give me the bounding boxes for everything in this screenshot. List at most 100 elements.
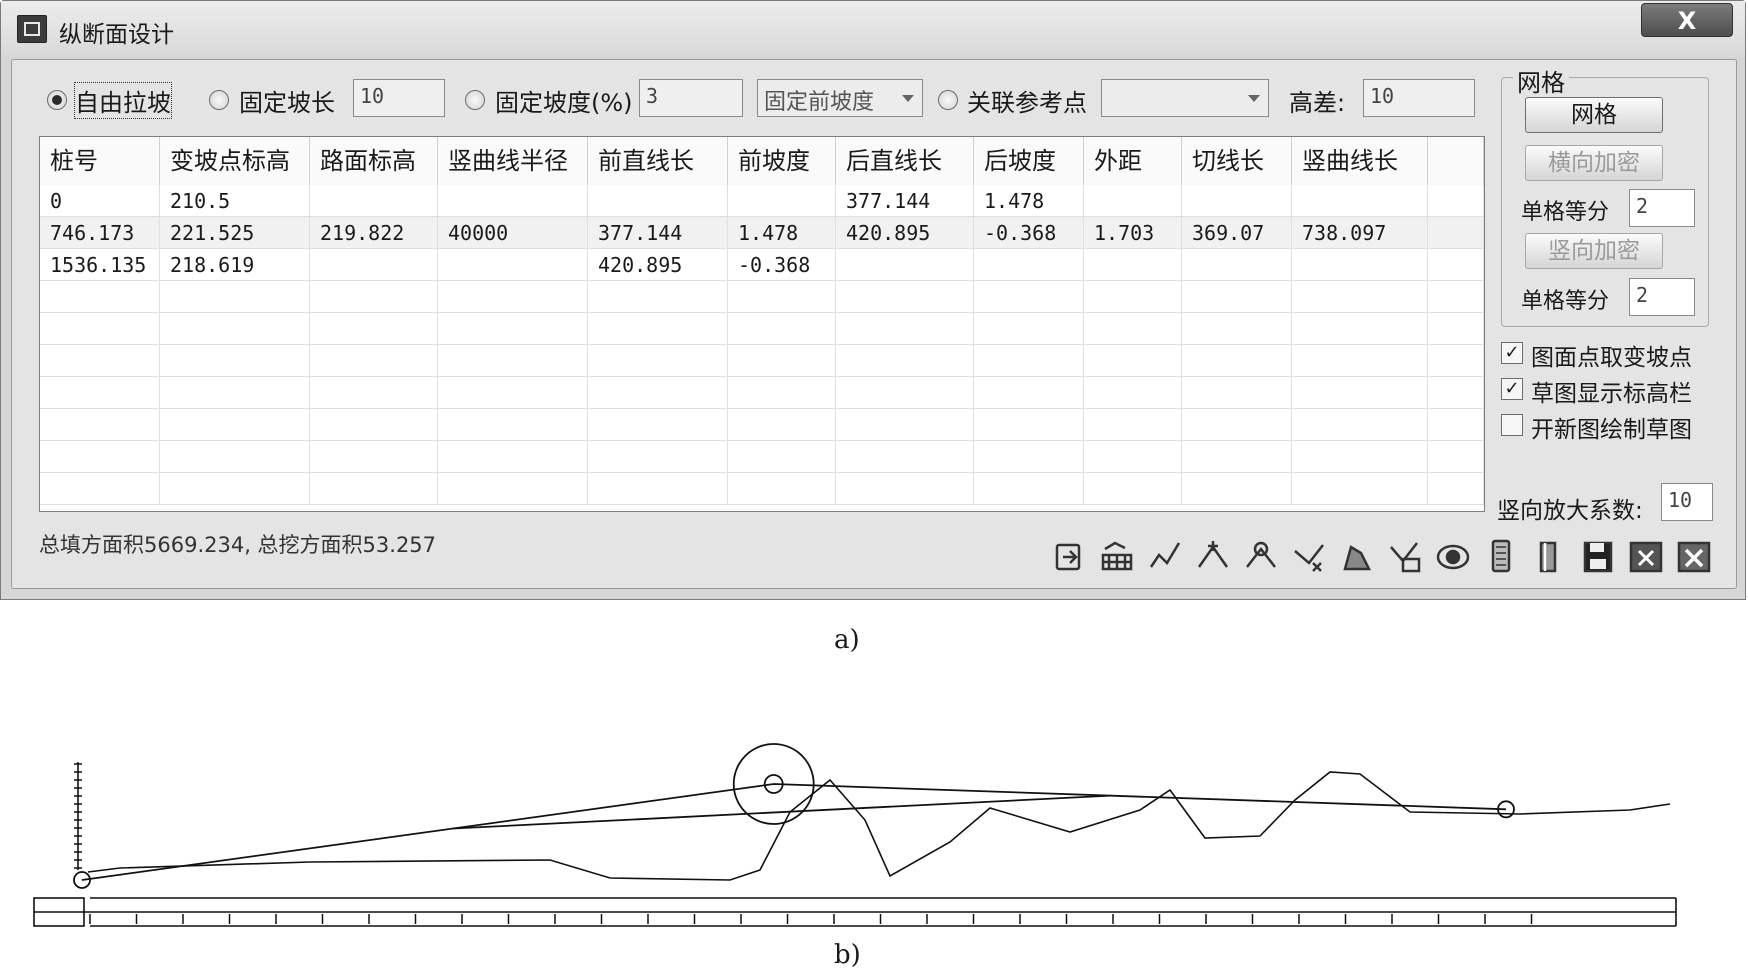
table-row[interactable] <box>40 313 1484 345</box>
table-cell[interactable] <box>1292 281 1428 313</box>
table-cell[interactable] <box>438 377 588 409</box>
table-cell[interactable]: 0 <box>40 185 160 217</box>
column-header[interactable]: 后直线长 <box>836 137 974 185</box>
table-row[interactable] <box>40 441 1484 473</box>
table-cell[interactable] <box>310 345 438 377</box>
insert-point-icon[interactable] <box>1197 541 1229 568</box>
table-cell[interactable] <box>310 473 438 505</box>
table-cell[interactable] <box>836 249 974 281</box>
table-cell[interactable] <box>728 345 836 377</box>
table-cell[interactable] <box>836 377 974 409</box>
table-cell[interactable] <box>310 377 438 409</box>
table-cell[interactable]: 420.895 <box>836 217 974 249</box>
slope-line-icon[interactable] <box>1149 542 1181 568</box>
table-cell[interactable] <box>1428 217 1484 249</box>
ref-point-label[interactable]: 关联参考点 <box>967 83 1087 118</box>
table-cell[interactable] <box>836 473 974 505</box>
table-cell[interactable] <box>438 249 588 281</box>
table-cell[interactable] <box>438 185 588 217</box>
table-cell[interactable] <box>40 409 160 441</box>
pick-point-label[interactable]: 图面点取变坡点 <box>1531 338 1692 372</box>
table-cell[interactable] <box>160 441 310 473</box>
column-header[interactable]: 路面标高 <box>310 137 438 185</box>
table-cell[interactable]: 377.144 <box>836 185 974 217</box>
table-cell[interactable] <box>1084 473 1182 505</box>
table-cell[interactable] <box>588 313 728 345</box>
table-cell[interactable] <box>1428 185 1484 217</box>
import-icon[interactable] <box>1055 543 1081 571</box>
ref-point-radio[interactable] <box>938 90 958 110</box>
table-cell[interactable] <box>160 377 310 409</box>
table-cell[interactable] <box>40 313 160 345</box>
fixed-length-input[interactable]: 10 <box>353 79 445 117</box>
table-row[interactable]: 1536.135 218.619 420.895 -0.368 <box>40 249 1484 281</box>
table-row[interactable] <box>40 409 1484 441</box>
ref-point-combo[interactable] <box>1101 79 1269 117</box>
export-icon[interactable] <box>1539 541 1557 573</box>
table-cell[interactable] <box>1084 185 1182 217</box>
table-cell[interactable] <box>438 345 588 377</box>
table-row[interactable] <box>40 377 1484 409</box>
free-slope-label[interactable]: 自由拉坡 <box>74 82 172 119</box>
table-cell[interactable] <box>160 281 310 313</box>
table-cell[interactable] <box>1182 249 1292 281</box>
pick-point-checkbox[interactable]: ✓ <box>1501 342 1523 364</box>
table-cell[interactable] <box>974 409 1084 441</box>
table-cell[interactable] <box>1292 441 1428 473</box>
table-cell[interactable] <box>40 345 160 377</box>
table-cell[interactable] <box>1084 249 1182 281</box>
table-cell[interactable] <box>438 281 588 313</box>
table-cell[interactable] <box>310 441 438 473</box>
table-cell[interactable] <box>160 345 310 377</box>
table-cell[interactable] <box>438 441 588 473</box>
table-cell[interactable] <box>1182 441 1292 473</box>
table-cell[interactable]: 210.5 <box>160 185 310 217</box>
calculator-icon[interactable] <box>1491 539 1511 573</box>
table-cell[interactable]: -0.368 <box>728 249 836 281</box>
table-cell[interactable] <box>728 409 836 441</box>
fixed-length-label[interactable]: 固定坡长 <box>239 83 335 118</box>
free-slope-radio[interactable] <box>47 90 67 110</box>
table-cell[interactable] <box>1428 249 1484 281</box>
column-header[interactable]: 变坡点标高 <box>160 137 310 185</box>
table-cell[interactable] <box>40 473 160 505</box>
fixed-grade-radio[interactable] <box>465 90 485 110</box>
fixed-length-radio[interactable] <box>209 90 229 110</box>
table-cell[interactable]: 746.173 <box>40 217 160 249</box>
column-header[interactable]: 前坡度 <box>728 137 836 185</box>
excel-icon[interactable] <box>1629 541 1663 573</box>
table-cell[interactable] <box>310 409 438 441</box>
table-cell[interactable] <box>974 313 1084 345</box>
table-cell[interactable] <box>728 441 836 473</box>
table-cell[interactable] <box>728 185 836 217</box>
fill-cut-icon[interactable] <box>1343 545 1372 571</box>
table-cell[interactable] <box>160 313 310 345</box>
horizontal-densify-button[interactable]: 横向加密 <box>1525 145 1663 181</box>
table-cell[interactable] <box>40 281 160 313</box>
column-header[interactable]: 竖曲线半径 <box>438 137 588 185</box>
table-cell[interactable] <box>1292 185 1428 217</box>
table-cell[interactable] <box>836 441 974 473</box>
table-cell[interactable] <box>836 345 974 377</box>
show-elevation-bar-checkbox[interactable]: ✓ <box>1501 378 1523 400</box>
table-cell[interactable] <box>974 441 1084 473</box>
table-row[interactable]: 746.173 221.525 219.822 40000 377.144 1.478 42… <box>40 217 1484 249</box>
table-cell[interactable] <box>1084 313 1182 345</box>
unit-divide-input-1[interactable]: 2 <box>1629 189 1695 227</box>
table-cell[interactable] <box>1292 377 1428 409</box>
table-cell[interactable]: 1.478 <box>974 185 1084 217</box>
fixed-grade-input[interactable]: 3 <box>639 79 743 117</box>
table-cell[interactable] <box>40 377 160 409</box>
table-cell[interactable] <box>588 345 728 377</box>
column-header[interactable]: 竖曲线长 <box>1292 137 1428 185</box>
table-cell[interactable] <box>438 473 588 505</box>
table-cell[interactable]: -0.368 <box>974 217 1084 249</box>
close-icon[interactable] <box>1677 541 1711 573</box>
elevation-bar-icon[interactable] <box>1101 541 1133 571</box>
table-cell[interactable]: 1536.135 <box>40 249 160 281</box>
show-elevation-bar-label[interactable]: 草图显示标高栏 <box>1531 374 1692 408</box>
table-cell[interactable] <box>160 409 310 441</box>
height-diff-input[interactable]: 10 <box>1363 79 1475 117</box>
table-cell[interactable] <box>1292 473 1428 505</box>
table-cell[interactable]: 40000 <box>438 217 588 249</box>
